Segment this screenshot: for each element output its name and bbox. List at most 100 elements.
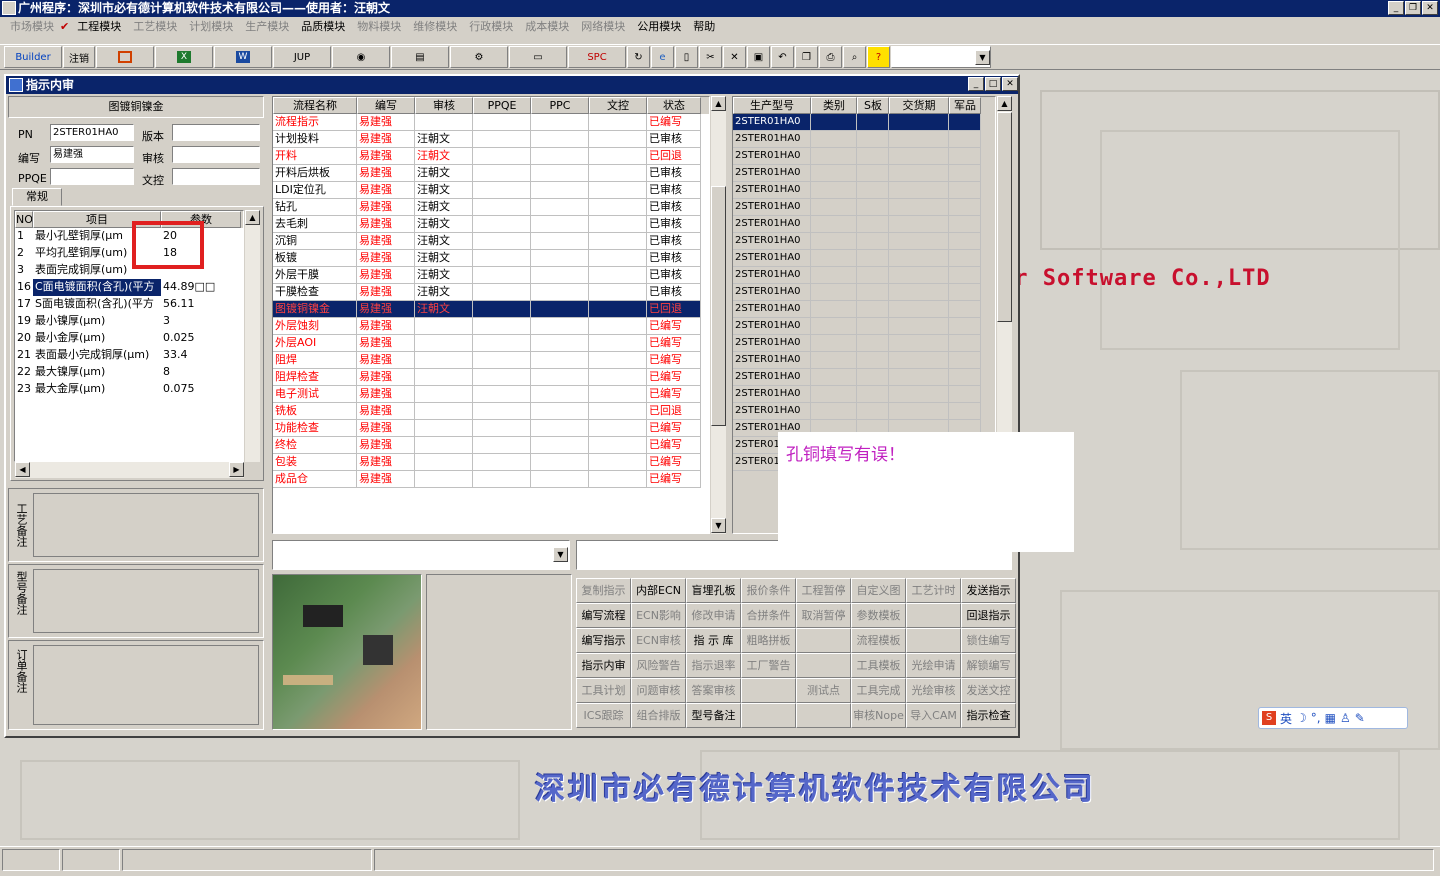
action-button[interactable]: 导入CAM <box>906 703 961 728</box>
action-button[interactable] <box>741 703 796 728</box>
flow-row[interactable]: 成品仓 易建强 已编写 <box>273 471 709 488</box>
flow-header[interactable]: 文控 <box>589 97 647 114</box>
computer-icon[interactable]: ▭ <box>509 46 567 68</box>
flow-header[interactable]: 审核 <box>415 97 473 114</box>
flow-row[interactable]: 功能检查 易建强 已编写 <box>273 420 709 437</box>
flow-header[interactable]: PPQE <box>473 97 531 114</box>
product-row[interactable]: 2STER01HA0 <box>733 216 995 233</box>
menu-item[interactable]: 网络模块 <box>575 17 631 37</box>
internet-icon[interactable]: e <box>651 46 674 68</box>
flow-row[interactable]: 包装 易建强 已编写 <box>273 454 709 471</box>
flow-header[interactable]: 状态 <box>647 97 701 114</box>
flow-grid[interactable]: 流程名称 编写 审核 PPQE PPC 文控 状态 流程指示 易建强 已编写 计划投料 易建强 汪朝文… <box>272 96 710 534</box>
copy-icon[interactable]: ❐ <box>795 46 818 68</box>
action-button[interactable]: 型号备注 <box>686 703 741 728</box>
flow-row[interactable]: 沉铜 易建强 汪朝文 已审核 <box>273 233 709 250</box>
action-button[interactable] <box>906 603 961 628</box>
action-button[interactable]: 工厂警告 <box>741 653 796 678</box>
action-button[interactable]: 测试点 <box>796 678 851 703</box>
action-button[interactable] <box>796 703 851 728</box>
action-button[interactable]: 工具完成 <box>851 678 906 703</box>
review-field[interactable] <box>172 146 260 163</box>
action-button[interactable]: 光绘审核 <box>906 678 961 703</box>
action-button[interactable]: 取消暂停 <box>796 603 851 628</box>
flow-header[interactable]: 编写 <box>357 97 415 114</box>
menu-item[interactable]: 成本模块 <box>519 17 575 37</box>
product-header[interactable]: 类别 <box>811 97 857 114</box>
tab-general[interactable]: 常规 <box>12 188 62 206</box>
menu-item[interactable]: 行政模块 <box>463 17 519 37</box>
flow-vscroll[interactable]: ▲ ▼ <box>710 96 726 534</box>
scroll-up-icon[interactable]: ▲ <box>245 210 260 225</box>
ime-toolbar[interactable]: S 英 ☽ °, ▦ ♙ ✎ <box>1258 707 1408 729</box>
action-button[interactable]: ICS跟踪 <box>576 703 631 728</box>
action-button[interactable] <box>906 628 961 653</box>
flow-row[interactable]: 外层蚀刻 易建强 已编写 <box>273 318 709 335</box>
process-note-field[interactable] <box>33 493 259 557</box>
product-scroll-up-icon[interactable]: ▲ <box>997 96 1012 111</box>
product-row[interactable]: 2STER01HA0 <box>733 233 995 250</box>
action-button[interactable] <box>741 678 796 703</box>
action-button[interactable]: 指 示 库 <box>686 628 741 653</box>
product-header[interactable]: 军品 <box>949 97 981 114</box>
menu-item[interactable]: 工程模块 <box>71 17 127 37</box>
flow-scroll-up-icon[interactable]: ▲ <box>711 96 726 111</box>
jup-button[interactable]: JUP <box>273 46 331 68</box>
version-field[interactable] <box>172 124 260 141</box>
menu-item[interactable]: 计划模块 <box>183 17 239 37</box>
product-row[interactable]: 2STER01HA0 <box>733 131 995 148</box>
action-button[interactable]: 自定义图 <box>851 578 906 603</box>
product-row[interactable]: 2STER01HA0 <box>733 403 995 420</box>
close-button[interactable]: ✕ <box>1422 1 1438 15</box>
flow-row[interactable]: 板镀 易建强 汪朝文 已审核 <box>273 250 709 267</box>
menu-item[interactable]: 工艺模块 <box>127 17 183 37</box>
product-header[interactable]: S板 <box>857 97 889 114</box>
flow-row[interactable]: 终检 易建强 已编写 <box>273 437 709 454</box>
flow-row[interactable]: 电子测试 易建强 已编写 <box>273 386 709 403</box>
product-row[interactable]: 2STER01HA0 <box>733 335 995 352</box>
flow-header[interactable]: 流程名称 <box>273 97 357 114</box>
flow-scroll-down-icon[interactable]: ▼ <box>711 518 726 533</box>
param-vscroll[interactable]: ▲ <box>244 210 260 462</box>
delete-icon[interactable]: ✕ <box>723 46 746 68</box>
action-button[interactable]: 指示检查 <box>961 703 1016 728</box>
product-row[interactable]: 2STER01HA0 <box>733 284 995 301</box>
flow-combo[interactable]: ▼ <box>272 540 570 570</box>
window-close-button[interactable]: ✕ <box>1002 77 1018 91</box>
param-row[interactable]: 1 最小孔壁铜厚(μm 20 <box>15 228 243 245</box>
product-row[interactable]: 2STER01HA0 <box>733 165 995 182</box>
product-row[interactable]: 2STER01HA0 <box>733 352 995 369</box>
param-row[interactable]: 3 表面完成铜厚(um) <box>15 262 243 279</box>
param-grid[interactable]: NO 项目 参数 1 最小孔壁铜厚(μm 20 2 平均孔壁铜厚(um) 18 3 表面完成铜厚(… <box>14 210 244 462</box>
logout-button[interactable]: 注销 <box>63 46 95 68</box>
product-row[interactable]: 2STER01HA0 <box>733 386 995 403</box>
param-row[interactable]: 16 C面电镀面积(含孔)(平方 44.89□□ <box>15 279 243 296</box>
product-row[interactable]: 2STER01HA0 <box>733 318 995 335</box>
menu-item[interactable]: 物料模块 <box>351 17 407 37</box>
scroll-left-icon[interactable]: ◀ <box>15 462 30 477</box>
flow-header[interactable]: PPC <box>531 97 589 114</box>
action-button[interactable]: 工具模板 <box>851 653 906 678</box>
action-button[interactable]: 指示内审 <box>576 653 631 678</box>
flow-row[interactable]: 外层干膜 易建强 汪朝文 已审核 <box>273 267 709 284</box>
wenkong-field[interactable] <box>172 168 260 185</box>
action-button[interactable]: 编写指示 <box>576 628 631 653</box>
param-header[interactable]: NO <box>15 211 33 228</box>
menu-item[interactable]: 维修模块 <box>407 17 463 37</box>
action-button[interactable]: 答案审核 <box>686 678 741 703</box>
action-button[interactable]: 粗略拼板 <box>741 628 796 653</box>
action-button[interactable]: 解锁编写 <box>961 653 1016 678</box>
action-button[interactable]: ECN审核 <box>631 628 686 653</box>
action-button[interactable]: 问题审核 <box>631 678 686 703</box>
flow-row[interactable]: 开料 易建强 汪朝文 已回退 <box>273 148 709 165</box>
minimize-button[interactable]: _ <box>1388 1 1404 15</box>
param-row[interactable]: 2 平均孔壁铜厚(um) 18 <box>15 245 243 262</box>
model-note-field[interactable] <box>33 569 259 633</box>
action-button[interactable]: 修改申请 <box>686 603 741 628</box>
action-button[interactable]: 回退指示 <box>961 603 1016 628</box>
product-scroll-thumb[interactable] <box>997 112 1012 322</box>
help-icon[interactable]: ? <box>867 46 890 68</box>
flow-row[interactable]: 铣板 易建强 已回退 <box>273 403 709 420</box>
param-row[interactable]: 23 最大金厚(μm) 0.075 <box>15 381 243 398</box>
param-row[interactable]: 21 表面最小完成铜厚(μm) 33.4 <box>15 347 243 364</box>
